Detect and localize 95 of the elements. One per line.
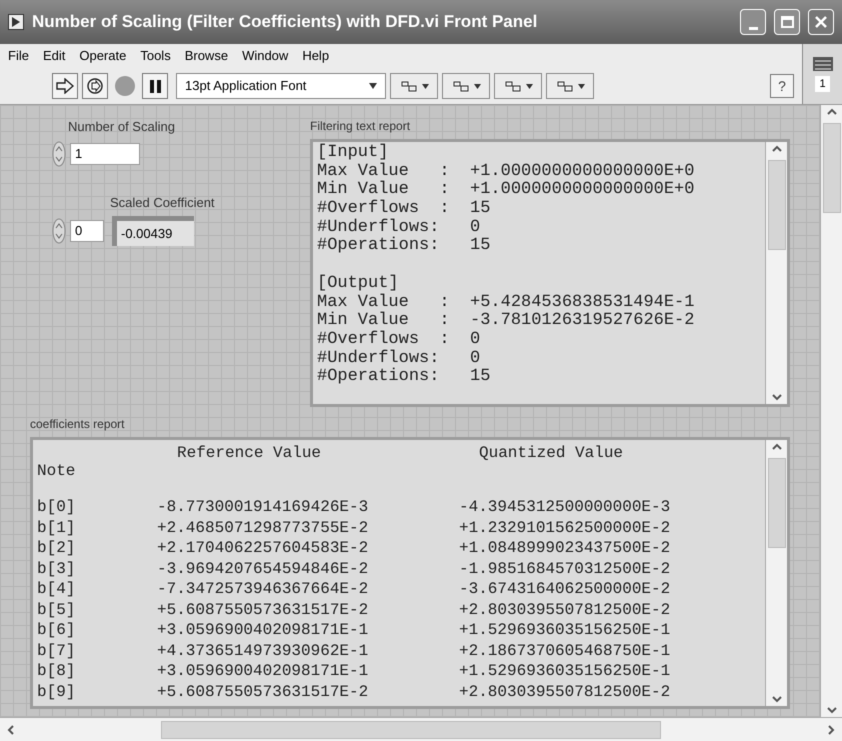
report-line: Min Value : +1.0000000000000000E+0 [317,181,696,200]
minimize-button[interactable] [740,9,766,35]
caret-icon [526,84,532,88]
reference-value: +5.6087550573631517E-2 [157,600,370,620]
caret-icon [422,84,428,88]
vi-icon[interactable]: 1 [802,44,842,104]
menu-item[interactable]: Edit [42,46,66,66]
number-field[interactable]: 1 [70,142,140,164]
objects-icon [504,79,522,93]
quantized-value: +1.2329101562500000E-2 [459,518,672,538]
coefficient-name: b[6] [37,621,76,641]
close-button[interactable] [808,9,834,35]
coefficients-scrollbar[interactable] [765,440,787,706]
objects-icon [452,79,470,93]
help-button[interactable]: ? [770,74,794,98]
font-dropdown[interactable]: 13pt Application Font [176,73,386,99]
scroll-thumb[interactable] [161,720,661,738]
quantized-value: -1.9851684570312500E-2 [459,560,672,580]
menu-item[interactable]: Tools [140,46,171,66]
window-title: Number of Scaling (Filter Coefficients) with DFD.vi Front Panel [32,11,538,34]
coefficient-name: b[0] [37,498,76,518]
reference-value: +3.0596900402098171E-1 [157,621,370,641]
index-field[interactable]: 0 [70,220,104,242]
connector-label: 1 [815,76,830,92]
menu-item[interactable]: File [8,46,29,66]
column-header: Reference Value [177,444,322,462]
coefficient-name: b[4] [37,580,76,600]
report-line: #Underflows: 0 [317,350,482,368]
menu-item[interactable]: Help [302,46,330,66]
maximize-button[interactable] [774,9,800,35]
caret-icon [369,83,377,89]
quantized-value: +2.8030395507812500E-2 [459,682,672,702]
report-scrollbar[interactable] [765,142,787,404]
report-line: Min Value : -3.7810126319527626E-2 [317,312,696,330]
report-line: Max Value : +1.0000000000000000E+0 [317,162,696,181]
report-line: [Output] [317,274,400,294]
quantized-value: -4.3945312500000000E-3 [459,498,672,518]
reference-value: -3.9694207654594846E-2 [157,560,370,580]
increment-decrement-icon[interactable] [52,140,66,166]
coefficient-indicator: -0.00439 [112,216,194,246]
coefficient-name: b[5] [37,600,76,620]
report-line: #Operations: 15 [317,368,492,387]
reference-value: +2.4685071298773755E-2 [157,518,370,538]
panel-scrollbar[interactable] [820,105,842,717]
objects-icon [556,79,574,93]
reference-value: +4.3736514973930962E-1 [157,642,370,662]
coefficient-name: b[7] [37,642,76,662]
coefficient-name: b[2] [37,539,76,559]
quantized-value: +1.5296936035156250E-1 [459,662,672,682]
control-label: Number of Scaling [68,118,176,136]
run-continuously-button[interactable] [82,73,108,99]
distribute-dropdown[interactable] [442,73,490,99]
indicator-label: Scaled Coefficient [110,194,216,212]
coefficient-name: b[8] [37,662,76,682]
caret-icon [578,84,584,88]
close-icon [814,15,828,29]
coefficient-name: b[9] [37,682,76,702]
column-header: Quantized Value [479,444,624,462]
coefficient-name: b[1] [37,518,76,538]
reference-value: +5.6087550573631517E-2 [157,682,370,702]
scroll-thumb[interactable] [822,123,840,213]
vi-glyph-icon [812,56,834,72]
quantized-value: +1.0848999023437500E-2 [459,539,672,559]
quantized-value: -3.6743164062500000E-2 [459,580,672,600]
reference-value: +3.0596900402098171E-1 [157,662,370,682]
report-line: #Underflows: 0 [317,218,482,237]
report-line: [Input] [317,144,390,162]
pause-button[interactable] [142,73,168,99]
reorder-dropdown[interactable] [546,73,594,99]
reference-value: +2.1704062257604583E-2 [157,539,370,559]
note-label: Note [37,462,76,480]
report-line: #Overflows : 15 [317,200,492,218]
reference-value: -8.7730001914169426E-3 [157,498,370,518]
report-line: Max Value : +5.4284536838531494E-1 [317,294,696,312]
align-dropdown[interactable] [390,73,438,99]
scroll-thumb[interactable] [768,160,786,250]
run-button[interactable] [52,73,78,99]
quantized-value: +1.5296936035156250E-1 [459,621,672,641]
increment-decrement-icon[interactable] [52,218,66,244]
horizontal-scrollbar[interactable] [0,717,842,741]
quantized-value: +2.1867370605468750E-1 [459,642,672,662]
resize-dropdown[interactable] [494,73,542,99]
scroll-thumb[interactable] [768,458,786,548]
reference-value: -7.3472573946367664E-2 [157,580,370,600]
menu-item[interactable]: Operate [79,46,126,66]
report-line: #Overflows : 0 [317,330,482,350]
caret-icon [474,84,480,88]
report-line: #Operations: 15 [317,237,492,256]
coefficient-name: b[3] [37,560,76,580]
objects-icon [400,79,418,93]
menu-item[interactable]: Window [242,46,288,66]
report-label: coefficients report [30,416,126,433]
menu-item[interactable]: Browse [184,46,228,66]
report-label: Filtering text report [310,118,412,135]
quantized-value: +2.8030395507812500E-2 [459,600,672,620]
